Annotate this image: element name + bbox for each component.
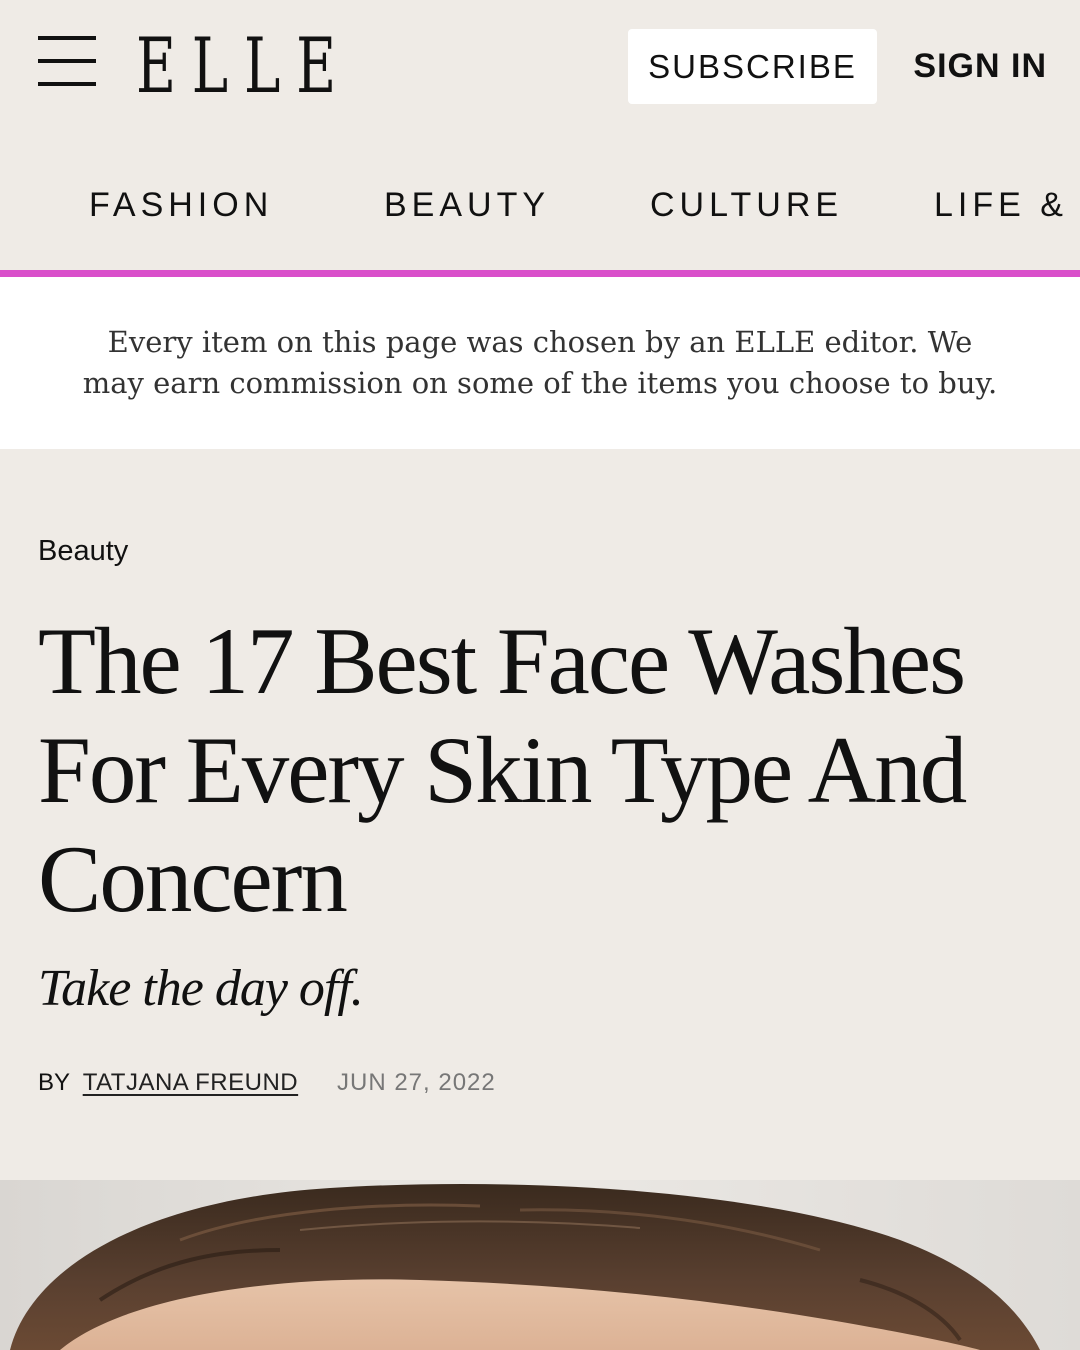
accent-divider [0,270,1080,277]
subscribe-button[interactable]: SUBSCRIBE [628,29,877,104]
hero-image [0,1180,1080,1350]
hero-photo-illustration [0,1180,1080,1350]
byline: BY TATJANA FREUND [38,1069,298,1097]
nav-item-fashion[interactable]: FASHION [89,186,273,225]
article-headline: The 17 Best Face Washes For Every Skin T… [38,608,967,932]
affiliate-disclaimer: Every item on this page was chosen by an… [0,277,1080,449]
sign-in-button[interactable]: SIGN IN [902,29,1047,104]
byline-prefix: BY [38,1069,71,1096]
menu-line [38,59,96,63]
main-nav: FASHION BEAUTY CULTURE LIFE & [0,172,1080,242]
menu-line [38,36,96,40]
hamburger-menu-icon[interactable] [38,36,96,90]
publish-date: JUN 27, 2022 [337,1069,496,1096]
nav-item-culture[interactable]: CULTURE [650,186,843,225]
site-header: ELLE SUBSCRIBE SIGN IN FASHION BEAUTY CU… [0,0,1080,272]
category-link[interactable]: Beauty [38,535,128,568]
article-header: Beauty The 17 Best Face Washes For Every… [0,449,1080,1180]
nav-item-life[interactable]: LIFE & [934,186,1068,225]
article-dek: Take the day off. [38,960,364,1017]
author-link[interactable]: TATJANA FREUND [83,1069,298,1096]
disclaimer-text: Every item on this page was chosen by an… [82,325,998,400]
menu-line [38,82,96,86]
elle-logo[interactable]: ELLE [136,24,352,108]
nav-item-beauty[interactable]: BEAUTY [384,186,550,225]
